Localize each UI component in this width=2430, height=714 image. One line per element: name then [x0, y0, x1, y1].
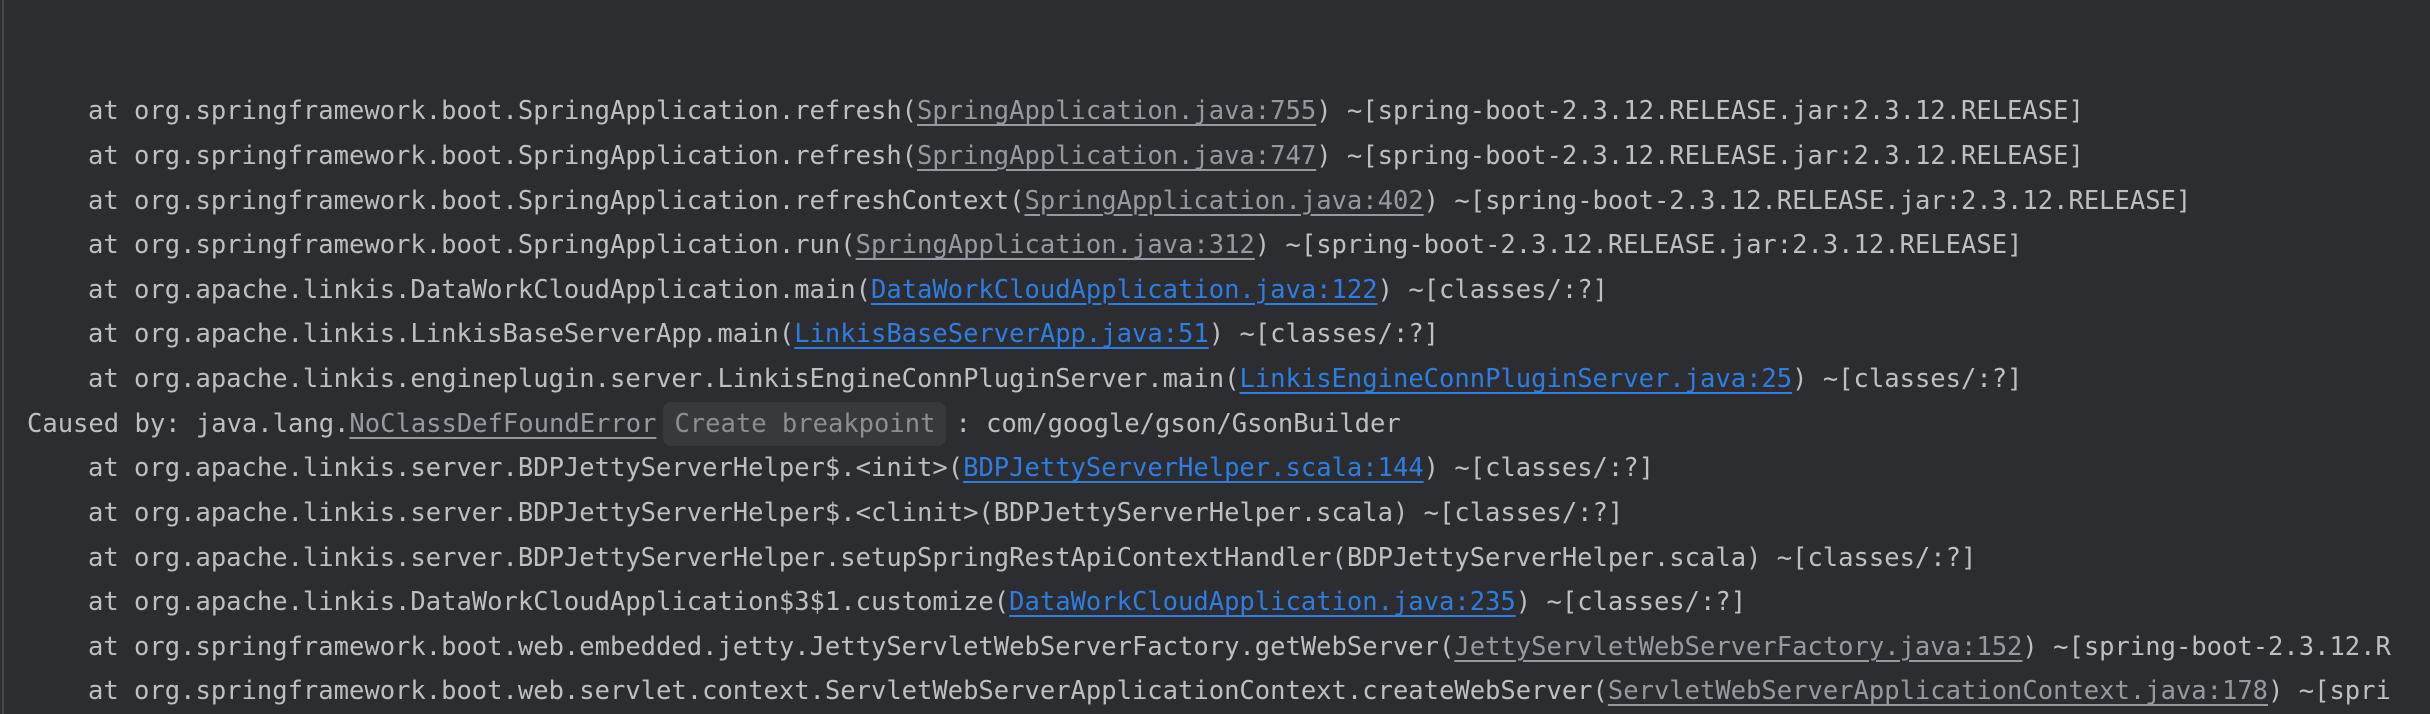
stacktrace-text: at org.springframework.boot.SpringApplic…	[88, 186, 1025, 216]
stacktrace-line: at org.apache.linkis.engineplugin.server…	[0, 357, 2430, 402]
stacktrace-text: ) ~[classes/:?]	[1209, 319, 1439, 349]
source-file-link[interactable]: LinkisBaseServerApp.java:51	[794, 319, 1209, 349]
stacktrace-line: at org.springframework.boot.SpringApplic…	[0, 179, 2430, 224]
stacktrace-line: at org.springframework.boot.SpringApplic…	[0, 134, 2430, 179]
source-file-link[interactable]: JettyServletWebServerFactory.java:152	[1454, 632, 2022, 662]
stacktrace-text: ) ~[classes/:?]	[1424, 453, 1654, 483]
stacktrace-text: at org.apache.linkis.DataWorkCloudApplic…	[88, 275, 871, 305]
stacktrace-text: at org.apache.linkis.server.BDPJettyServ…	[88, 498, 1623, 528]
panel-left-edge-divider	[2, 0, 4, 714]
stacktrace-text: ) ~[spring-boot-2.3.12.RELEASE.jar:2.3.1…	[1316, 141, 2084, 171]
stacktrace-line: at org.apache.linkis.DataWorkCloudApplic…	[0, 268, 2430, 313]
stacktrace-text: ) ~[spri	[2268, 676, 2391, 706]
stacktrace-text: ) ~[classes/:?]	[1378, 275, 1608, 305]
stacktrace-text: Caused by: java.lang.	[27, 409, 349, 439]
stacktrace-line: at org.apache.linkis.server.BDPJettyServ…	[0, 536, 2430, 581]
create-breakpoint-button[interactable]: Create breakpoint	[663, 402, 946, 447]
source-file-link[interactable]: DataWorkCloudApplication.java:235	[1009, 587, 1516, 617]
source-file-link[interactable]: BDPJettyServerHelper.scala:144	[963, 453, 1424, 483]
stacktrace-text: at org.apache.linkis.engineplugin.server…	[88, 364, 1239, 394]
stacktrace-line: at org.springframework.boot.web.servlet.…	[0, 669, 2430, 714]
stacktrace-text: at org.apache.linkis.DataWorkCloudApplic…	[88, 587, 1009, 617]
stacktrace-text: at org.springframework.boot.SpringApplic…	[88, 141, 917, 171]
source-file-link[interactable]: DataWorkCloudApplication.java:122	[871, 275, 1378, 305]
stacktrace-text: at org.springframework.boot.SpringApplic…	[88, 96, 917, 126]
console-output: at org.springframework.boot.SpringApplic…	[0, 0, 2430, 714]
stacktrace-text: ) ~[classes/:?]	[1516, 587, 1746, 617]
stacktrace-line: at org.apache.linkis.server.BDPJettyServ…	[0, 446, 2430, 491]
source-file-link[interactable]: SpringApplication.java:402	[1025, 186, 1424, 216]
stacktrace-line: at org.springframework.boot.SpringApplic…	[0, 223, 2430, 268]
stacktrace-text: at org.apache.linkis.server.BDPJettyServ…	[88, 453, 963, 483]
stacktrace-line: at org.apache.linkis.DataWorkCloudApplic…	[0, 580, 2430, 625]
stacktrace-line: at org.springframework.boot.SpringApplic…	[0, 89, 2430, 134]
stacktrace-text: at org.springframework.boot.SpringApplic…	[88, 230, 856, 260]
stacktrace-line: Caused by: java.lang.NoClassDefFoundErro…	[0, 402, 2430, 447]
stacktrace-text: ) ~[spring-boot-2.3.12.RELEASE.jar:2.3.1…	[1316, 96, 2084, 126]
stacktrace-text: ) ~[classes/:?]	[1792, 364, 2022, 394]
stacktrace-text: ) ~[spring-boot-2.3.12.RELEASE.jar:2.3.1…	[1424, 186, 2192, 216]
stacktrace-line: at org.apache.linkis.server.BDPJettyServ…	[0, 491, 2430, 536]
stacktrace-text: : com/google/gson/GsonBuilder	[955, 409, 1400, 439]
stacktrace-text: at org.apache.linkis.LinkisBaseServerApp…	[88, 319, 794, 349]
source-file-link[interactable]: SpringApplication.java:747	[917, 141, 1316, 171]
source-file-link[interactable]: ServletWebServerApplicationContext.java:…	[1608, 676, 2268, 706]
stacktrace-text: ) ~[spring-boot-2.3.12.RELEASE.jar:2.3.1…	[1255, 230, 2023, 260]
source-file-link[interactable]: NoClassDefFoundError	[349, 409, 656, 439]
source-file-link[interactable]: SpringApplication.java:312	[856, 230, 1255, 260]
stacktrace-text: at org.apache.linkis.server.BDPJettyServ…	[88, 543, 1976, 573]
stacktrace-line: at org.springframework.boot.web.embedded…	[0, 625, 2430, 670]
stacktrace-text: ) ~[spring-boot-2.3.12.R	[2022, 632, 2390, 662]
stacktrace-text: at org.springframework.boot.web.servlet.…	[88, 676, 1608, 706]
stacktrace-line: at org.apache.linkis.LinkisBaseServerApp…	[0, 312, 2430, 357]
stacktrace-text: at org.springframework.boot.web.embedded…	[88, 632, 1454, 662]
source-file-link[interactable]: SpringApplication.java:755	[917, 96, 1316, 126]
source-file-link[interactable]: LinkisEngineConnPluginServer.java:25	[1239, 364, 1792, 394]
